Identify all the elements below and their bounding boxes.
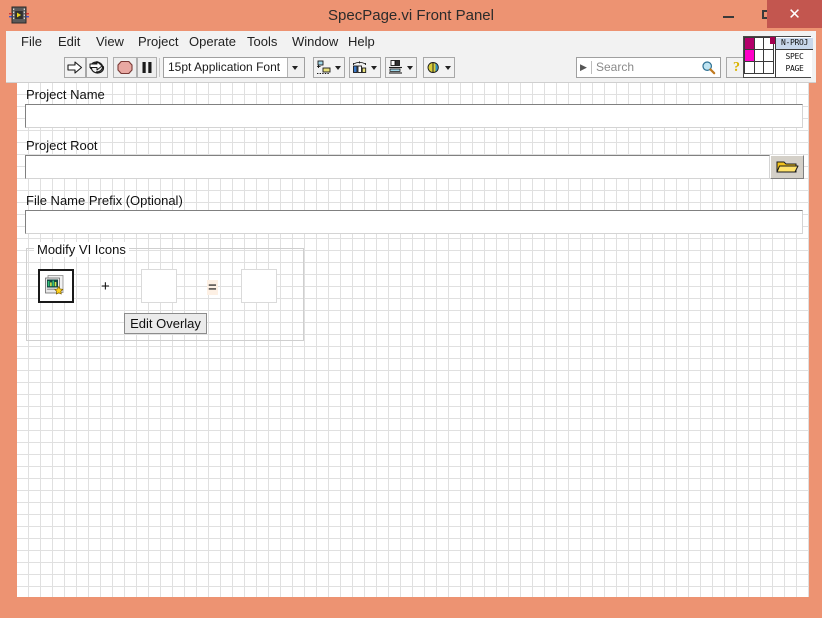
- project-root-input[interactable]: [25, 155, 770, 179]
- file-name-prefix-value: [26, 211, 802, 233]
- toolbar-separator-1: [159, 58, 160, 77]
- plus-operator: +: [101, 278, 110, 295]
- menu-tools[interactable]: Tools: [240, 31, 284, 53]
- menu-window[interactable]: Window: [285, 31, 345, 53]
- vi-badge-label: N-PROJ SPEC PAGE: [775, 37, 813, 77]
- menu-project[interactable]: Project: [131, 31, 185, 53]
- equals-operator: =: [207, 279, 218, 296]
- project-root-browse-button[interactable]: [770, 155, 804, 179]
- front-panel-canvas[interactable]: Project Name Project Root File Name Pref…: [17, 83, 809, 597]
- toolbar: 15pt Application Font ▶ Search ?: [6, 53, 816, 83]
- font-selector-dropdown-arrow[interactable]: [287, 58, 304, 77]
- magnifier-icon[interactable]: [701, 60, 716, 75]
- font-selector-label: 15pt Application Font: [168, 60, 281, 74]
- labview-front-panel-window: SpecPage.vi Front Panel ✕ File Edit View…: [0, 0, 822, 618]
- menu-bar: File Edit View Project Operate Tools Win…: [6, 31, 816, 54]
- align-objects-icon: [317, 60, 331, 74]
- edit-overlay-button[interactable]: Edit Overlay: [124, 313, 207, 334]
- search-divider: [591, 61, 592, 74]
- vi-badge-line-1: N-PROJ: [776, 38, 813, 50]
- source-vi-icon-display[interactable]: [38, 269, 74, 303]
- menu-file[interactable]: File: [14, 31, 49, 53]
- reorder-objects-icon: [427, 62, 439, 73]
- minimize-icon: [723, 15, 734, 18]
- menu-view[interactable]: View: [89, 31, 131, 53]
- font-selector[interactable]: 15pt Application Font: [163, 57, 305, 78]
- run-arrow-icon: [67, 61, 83, 74]
- window-title: SpecPage.vi Front Panel: [328, 7, 494, 24]
- file-name-prefix-label: File Name Prefix (Optional): [26, 193, 183, 208]
- resize-objects-icon: [389, 60, 402, 74]
- project-root-value: [26, 156, 769, 178]
- search-scope-icon: ▶: [580, 62, 587, 72]
- menu-edit[interactable]: Edit: [51, 31, 87, 53]
- distribute-objects-button[interactable]: [349, 57, 381, 78]
- pause-icon: [142, 62, 152, 73]
- pause-button[interactable]: [137, 57, 157, 78]
- project-name-label: Project Name: [26, 87, 105, 102]
- modify-vi-icons-title: Modify VI Icons: [34, 242, 129, 257]
- vi-badge-connector-pane: [744, 37, 775, 77]
- project-root-label: Project Root: [26, 138, 98, 153]
- title-bar: SpecPage.vi Front Panel ✕: [0, 0, 822, 31]
- resize-objects-button[interactable]: [385, 57, 417, 78]
- menu-help[interactable]: Help: [341, 31, 382, 53]
- vi-badge-line-3: PAGE: [785, 64, 804, 73]
- search-input[interactable]: Search: [596, 58, 634, 77]
- run-continuously-icon: [89, 61, 105, 74]
- abort-execution-icon: [117, 60, 133, 75]
- run-continuously-button[interactable]: [86, 57, 108, 78]
- distribute-objects-icon: [353, 61, 367, 73]
- minimize-button[interactable]: [709, 0, 748, 28]
- abort-execution-button[interactable]: [113, 57, 137, 78]
- menu-operate[interactable]: Operate: [182, 31, 243, 53]
- align-objects-button[interactable]: [313, 57, 345, 78]
- result-icon-display[interactable]: [241, 269, 277, 303]
- overlay-icon-display[interactable]: [141, 269, 177, 303]
- reorder-objects-button[interactable]: [423, 57, 455, 78]
- close-icon: ✕: [788, 6, 801, 23]
- vi-icon-badge[interactable]: N-PROJ SPEC PAGE: [743, 36, 813, 78]
- folder-open-icon: [776, 161, 799, 173]
- vi-badge-line-2: SPEC: [785, 52, 804, 61]
- close-button[interactable]: ✕: [767, 0, 822, 28]
- run-button[interactable]: [64, 57, 86, 78]
- file-name-prefix-input[interactable]: [25, 210, 803, 234]
- vi-icon-thumbnail: [45, 275, 64, 295]
- project-name-value: [26, 105, 802, 127]
- project-name-input[interactable]: [25, 104, 803, 128]
- search-box[interactable]: ▶ Search: [576, 57, 721, 78]
